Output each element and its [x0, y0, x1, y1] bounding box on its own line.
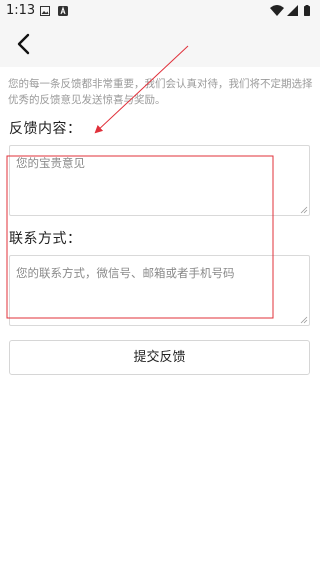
status-indicators: [270, 5, 310, 16]
feedback-placeholder: 您的宝贵意见: [16, 156, 85, 170]
status-time: 1:13: [6, 3, 36, 18]
resize-grip-icon[interactable]: [300, 316, 308, 324]
intro-text: 您的每一条反馈都非常重要，我们会认真对待，我们将不定期选择优秀的反馈意见发送惊喜…: [8, 78, 313, 106]
feedback-textarea[interactable]: 您的宝贵意见: [9, 145, 310, 216]
resize-grip-icon[interactable]: [300, 206, 308, 214]
wifi-icon: [270, 5, 284, 16]
app-bar: [0, 22, 320, 67]
battery-icon: [304, 5, 310, 16]
status-bar: 1:13: [0, 0, 320, 22]
contact-placeholder: 您的联系方式，微信号、邮箱或者手机号码: [16, 266, 235, 280]
feedback-label: 反馈内容：: [9, 121, 82, 137]
submit-feedback-button[interactable]: 提交反馈: [9, 340, 310, 375]
contact-label: 联系方式：: [9, 231, 82, 247]
notification-image-icon: [40, 6, 50, 16]
contact-textarea[interactable]: 您的联系方式，微信号、邮箱或者手机号码: [9, 255, 310, 326]
back-arrow-icon[interactable]: [10, 30, 38, 58]
notification-app-icon: [58, 6, 68, 16]
signal-icon: [287, 5, 298, 16]
